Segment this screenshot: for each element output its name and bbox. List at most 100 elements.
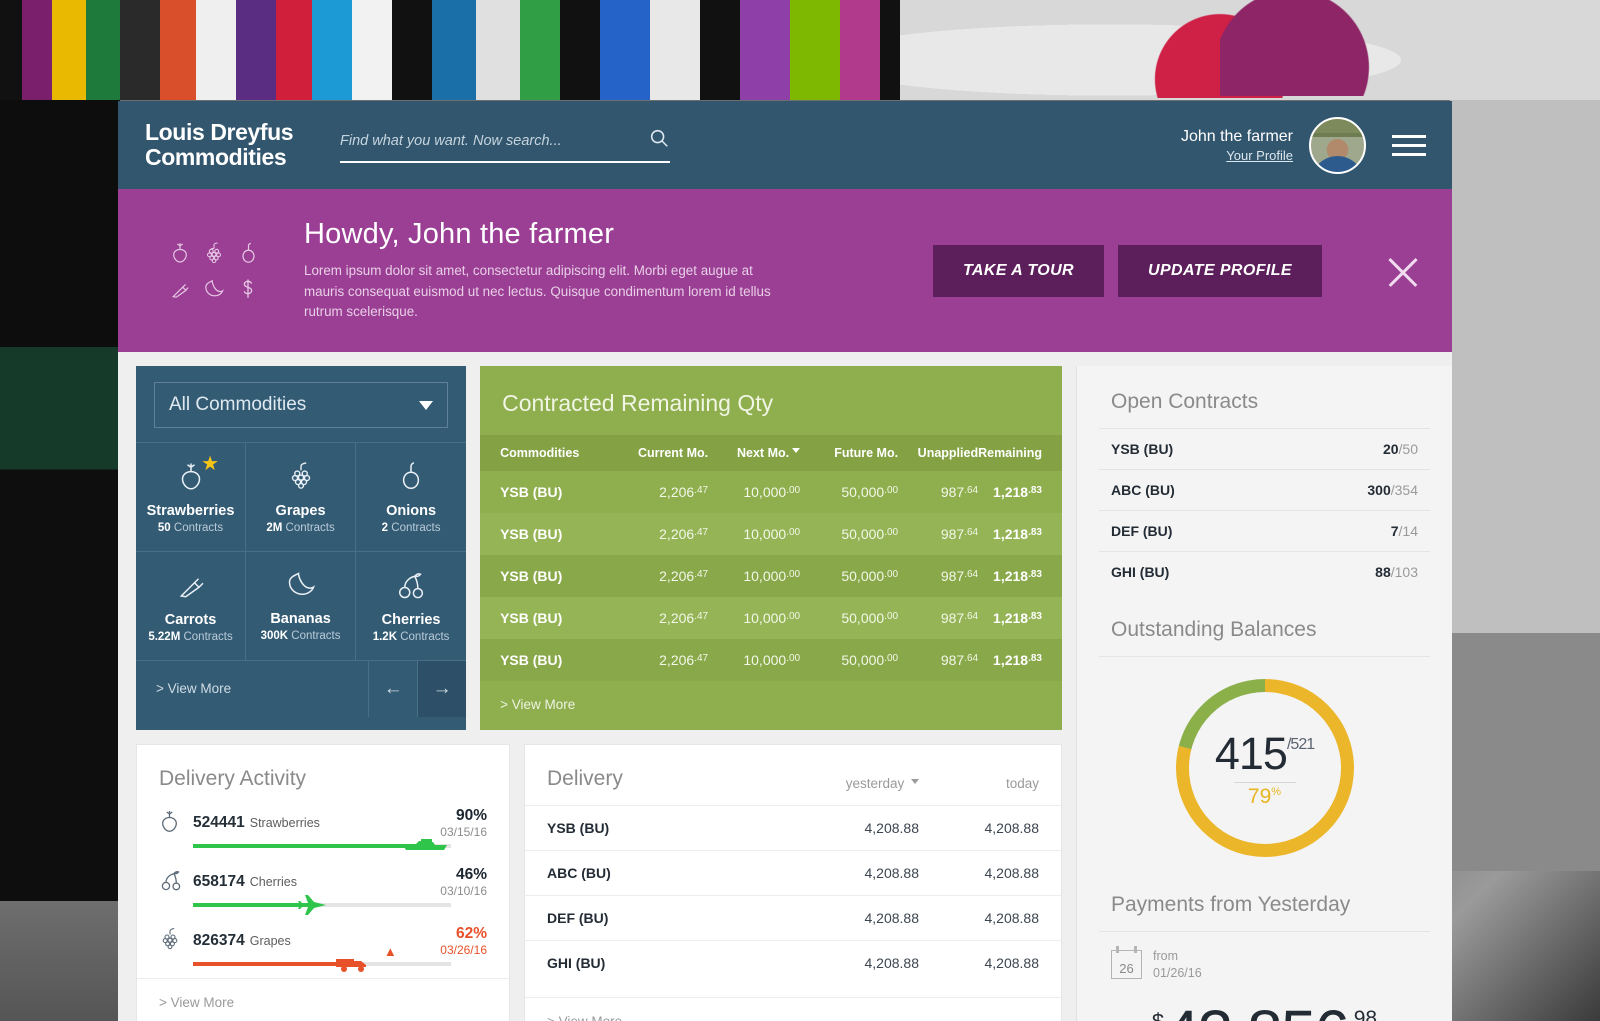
hamburger-menu-icon[interactable] <box>1392 134 1426 156</box>
commodity-name: Onions <box>386 502 437 519</box>
cell-next: 10,000.00 <box>743 484 801 500</box>
list-item[interactable]: 826374 Grapes 62% 03/26/16 ▲ <box>137 919 509 978</box>
table-row[interactable]: YSB (BU) 2,206.47 10,000.00 50,000.00 98… <box>480 513 1062 555</box>
payments-title: Payments from Yesterday <box>1111 893 1351 916</box>
amount-cents: .98 <box>1347 1006 1378 1021</box>
top-row: All Commodities ★ Strawberries 50 Contra… <box>136 366 1062 730</box>
banner-text: Howdy, John the farmer Lorem ipsum dolor… <box>304 218 774 323</box>
donut-chart: 415/521 79% <box>1175 679 1354 857</box>
payment-from-label: from <box>1153 949 1178 963</box>
donut-total: /521 <box>1286 735 1315 753</box>
list-item[interactable]: 658174 Cherries 46% 03/10/16 <box>137 860 509 919</box>
contract-name: GHI (BU) <box>1111 564 1170 580</box>
banner-icon-cluster <box>164 236 264 306</box>
close-icon[interactable] <box>1382 250 1424 292</box>
avatar[interactable] <box>1309 116 1366 174</box>
col-yesterday-label: yesterday <box>845 776 905 791</box>
commodity-tile-bananas[interactable]: Bananas 300K Contracts <box>246 551 357 660</box>
commodity-count: 300K Contracts <box>261 630 341 642</box>
delivery-table-header: Delivery yesterday today <box>525 745 1061 805</box>
delivery-activity-view-more-link[interactable]: > View More <box>137 978 509 1021</box>
cell-current: 2,206.47 <box>659 610 709 626</box>
carrot-icon <box>177 570 205 605</box>
your-profile-link[interactable]: Your Profile <box>1181 148 1293 163</box>
cell-future: 50,000.00 <box>841 610 899 626</box>
contract-value: 300/354 <box>1367 482 1418 498</box>
arrow-right-icon[interactable]: → <box>417 660 467 717</box>
search-bar[interactable] <box>340 127 670 163</box>
donut-center: 415/521 79% <box>1188 692 1341 844</box>
list-item[interactable]: YSB (BU) 20/50 <box>1099 428 1430 469</box>
table-row[interactable]: YSB (BU) 4,208.88 4,208.88 <box>525 805 1061 850</box>
cell-yesterday: 4,208.88 <box>864 910 920 926</box>
calendar-icon: 26 <box>1111 946 1142 980</box>
star-icon[interactable]: ★ <box>201 451 219 476</box>
contract-name: YSB (BU) <box>1111 441 1174 457</box>
table-row[interactable]: ABC (BU) 4,208.88 4,208.88 <box>525 850 1061 895</box>
grapes-icon <box>159 927 193 956</box>
delivery-table-title: Delivery <box>547 767 623 790</box>
onion-icon <box>399 461 423 496</box>
search-icon[interactable] <box>648 127 670 154</box>
col-today[interactable]: today <box>919 776 1039 791</box>
left-column: All Commodities ★ Strawberries 50 Contra… <box>118 366 1076 1021</box>
strawberry-icon <box>159 809 193 838</box>
truck-icon <box>335 953 370 978</box>
table-row[interactable]: YSB (BU) 2,206.47 10,000.00 50,000.00 98… <box>480 471 1062 513</box>
chevron-down-icon <box>419 400 434 410</box>
cell-future: 50,000.00 <box>841 526 899 542</box>
top-header: Louis Dreyfus Commodities John the farme… <box>118 101 1452 189</box>
col-commodities[interactable]: Commodities <box>500 446 610 460</box>
brand-logo[interactable]: Louis Dreyfus Commodities <box>145 120 320 169</box>
table-row[interactable]: GHI (BU) 4,208.88 4,208.88 <box>525 940 1061 985</box>
arrow-left-icon[interactable]: ← <box>368 660 417 717</box>
cell-yesterday: 4,208.88 <box>864 820 920 836</box>
header-user-area: John the farmer Your Profile <box>1181 116 1426 174</box>
activity-qty: 826374 <box>193 932 245 949</box>
col-remaining[interactable]: Remaining <box>978 446 1042 460</box>
list-item[interactable]: 524441 Strawberries 90% 03/15/16 <box>137 801 509 860</box>
search-input[interactable] <box>340 132 648 149</box>
col-future-mo[interactable]: Future Mo. <box>800 446 898 460</box>
cherries-icon <box>396 570 426 605</box>
commodities-panel: All Commodities ★ Strawberries 50 Contra… <box>136 366 467 730</box>
commodity-filter-wrap: All Commodities <box>136 366 466 442</box>
commodity-select-value: All Commodities <box>169 394 307 415</box>
delivery-table-view-more-link[interactable]: > View More <box>525 997 1061 1021</box>
commodity-tile-onions[interactable]: Onions 2 Contracts <box>356 442 467 551</box>
commodity-tile-carrots[interactable]: Carrots 5.22M Contracts <box>136 551 247 660</box>
commodity-count: 2 Contracts <box>382 522 441 534</box>
commodity-count: 2M Contracts <box>266 522 334 534</box>
commodities-view-more-link[interactable]: > View More <box>136 681 231 696</box>
col-next-mo[interactable]: Next Mo. <box>708 446 801 460</box>
cherries-icon <box>159 868 193 897</box>
update-profile-button[interactable]: UPDATE PROFILE <box>1118 244 1322 297</box>
list-item[interactable]: GHI (BU) 88/103 <box>1099 551 1430 592</box>
col-unapplied[interactable]: Unapplied <box>898 446 978 460</box>
table-row[interactable]: YSB (BU) 2,206.47 10,000.00 50,000.00 98… <box>480 597 1062 639</box>
commodity-tile-strawberries[interactable]: ★ Strawberries 50 Contracts <box>136 442 247 551</box>
col-yesterday[interactable]: yesterday <box>799 776 919 791</box>
sort-caret-icon <box>792 448 801 453</box>
commodity-tile-grapes[interactable]: Grapes 2M Contracts <box>246 442 357 551</box>
table-row[interactable]: YSB (BU) 2,206.47 10,000.00 50,000.00 98… <box>480 639 1062 681</box>
cell-next: 10,000.00 <box>743 526 801 542</box>
col-current-mo[interactable]: Current Mo. <box>610 446 708 460</box>
table-row[interactable]: DEF (BU) 4,208.88 4,208.88 <box>525 895 1061 940</box>
donut-value: 415/521 <box>1214 727 1315 779</box>
list-item[interactable]: ABC (BU) 300/354 <box>1099 469 1430 510</box>
cell-commodity: YSB (BU) <box>500 568 563 584</box>
commodity-select[interactable]: All Commodities <box>154 382 449 428</box>
commodity-count-unit: Contracts <box>400 630 450 643</box>
welcome-banner: Howdy, John the farmer Lorem ipsum dolor… <box>118 189 1452 352</box>
take-a-tour-button[interactable]: TAKE A TOUR <box>932 244 1105 297</box>
contracted-view-more-link[interactable]: > View More <box>480 681 1062 730</box>
cell-current: 2,206.47 <box>659 568 709 584</box>
cell-commodity: YSB (BU) <box>500 610 563 626</box>
commodity-count-unit: Contracts <box>173 521 224 534</box>
banana-icon <box>198 272 230 306</box>
list-item[interactable]: DEF (BU) 7/14 <box>1099 510 1430 551</box>
commodity-tile-cherries[interactable]: Cherries 1.2K Contracts <box>356 551 467 660</box>
table-row[interactable]: YSB (BU) 2,206.47 10,000.00 50,000.00 98… <box>480 555 1062 597</box>
activity-status: 62% 03/26/16 <box>440 925 487 957</box>
